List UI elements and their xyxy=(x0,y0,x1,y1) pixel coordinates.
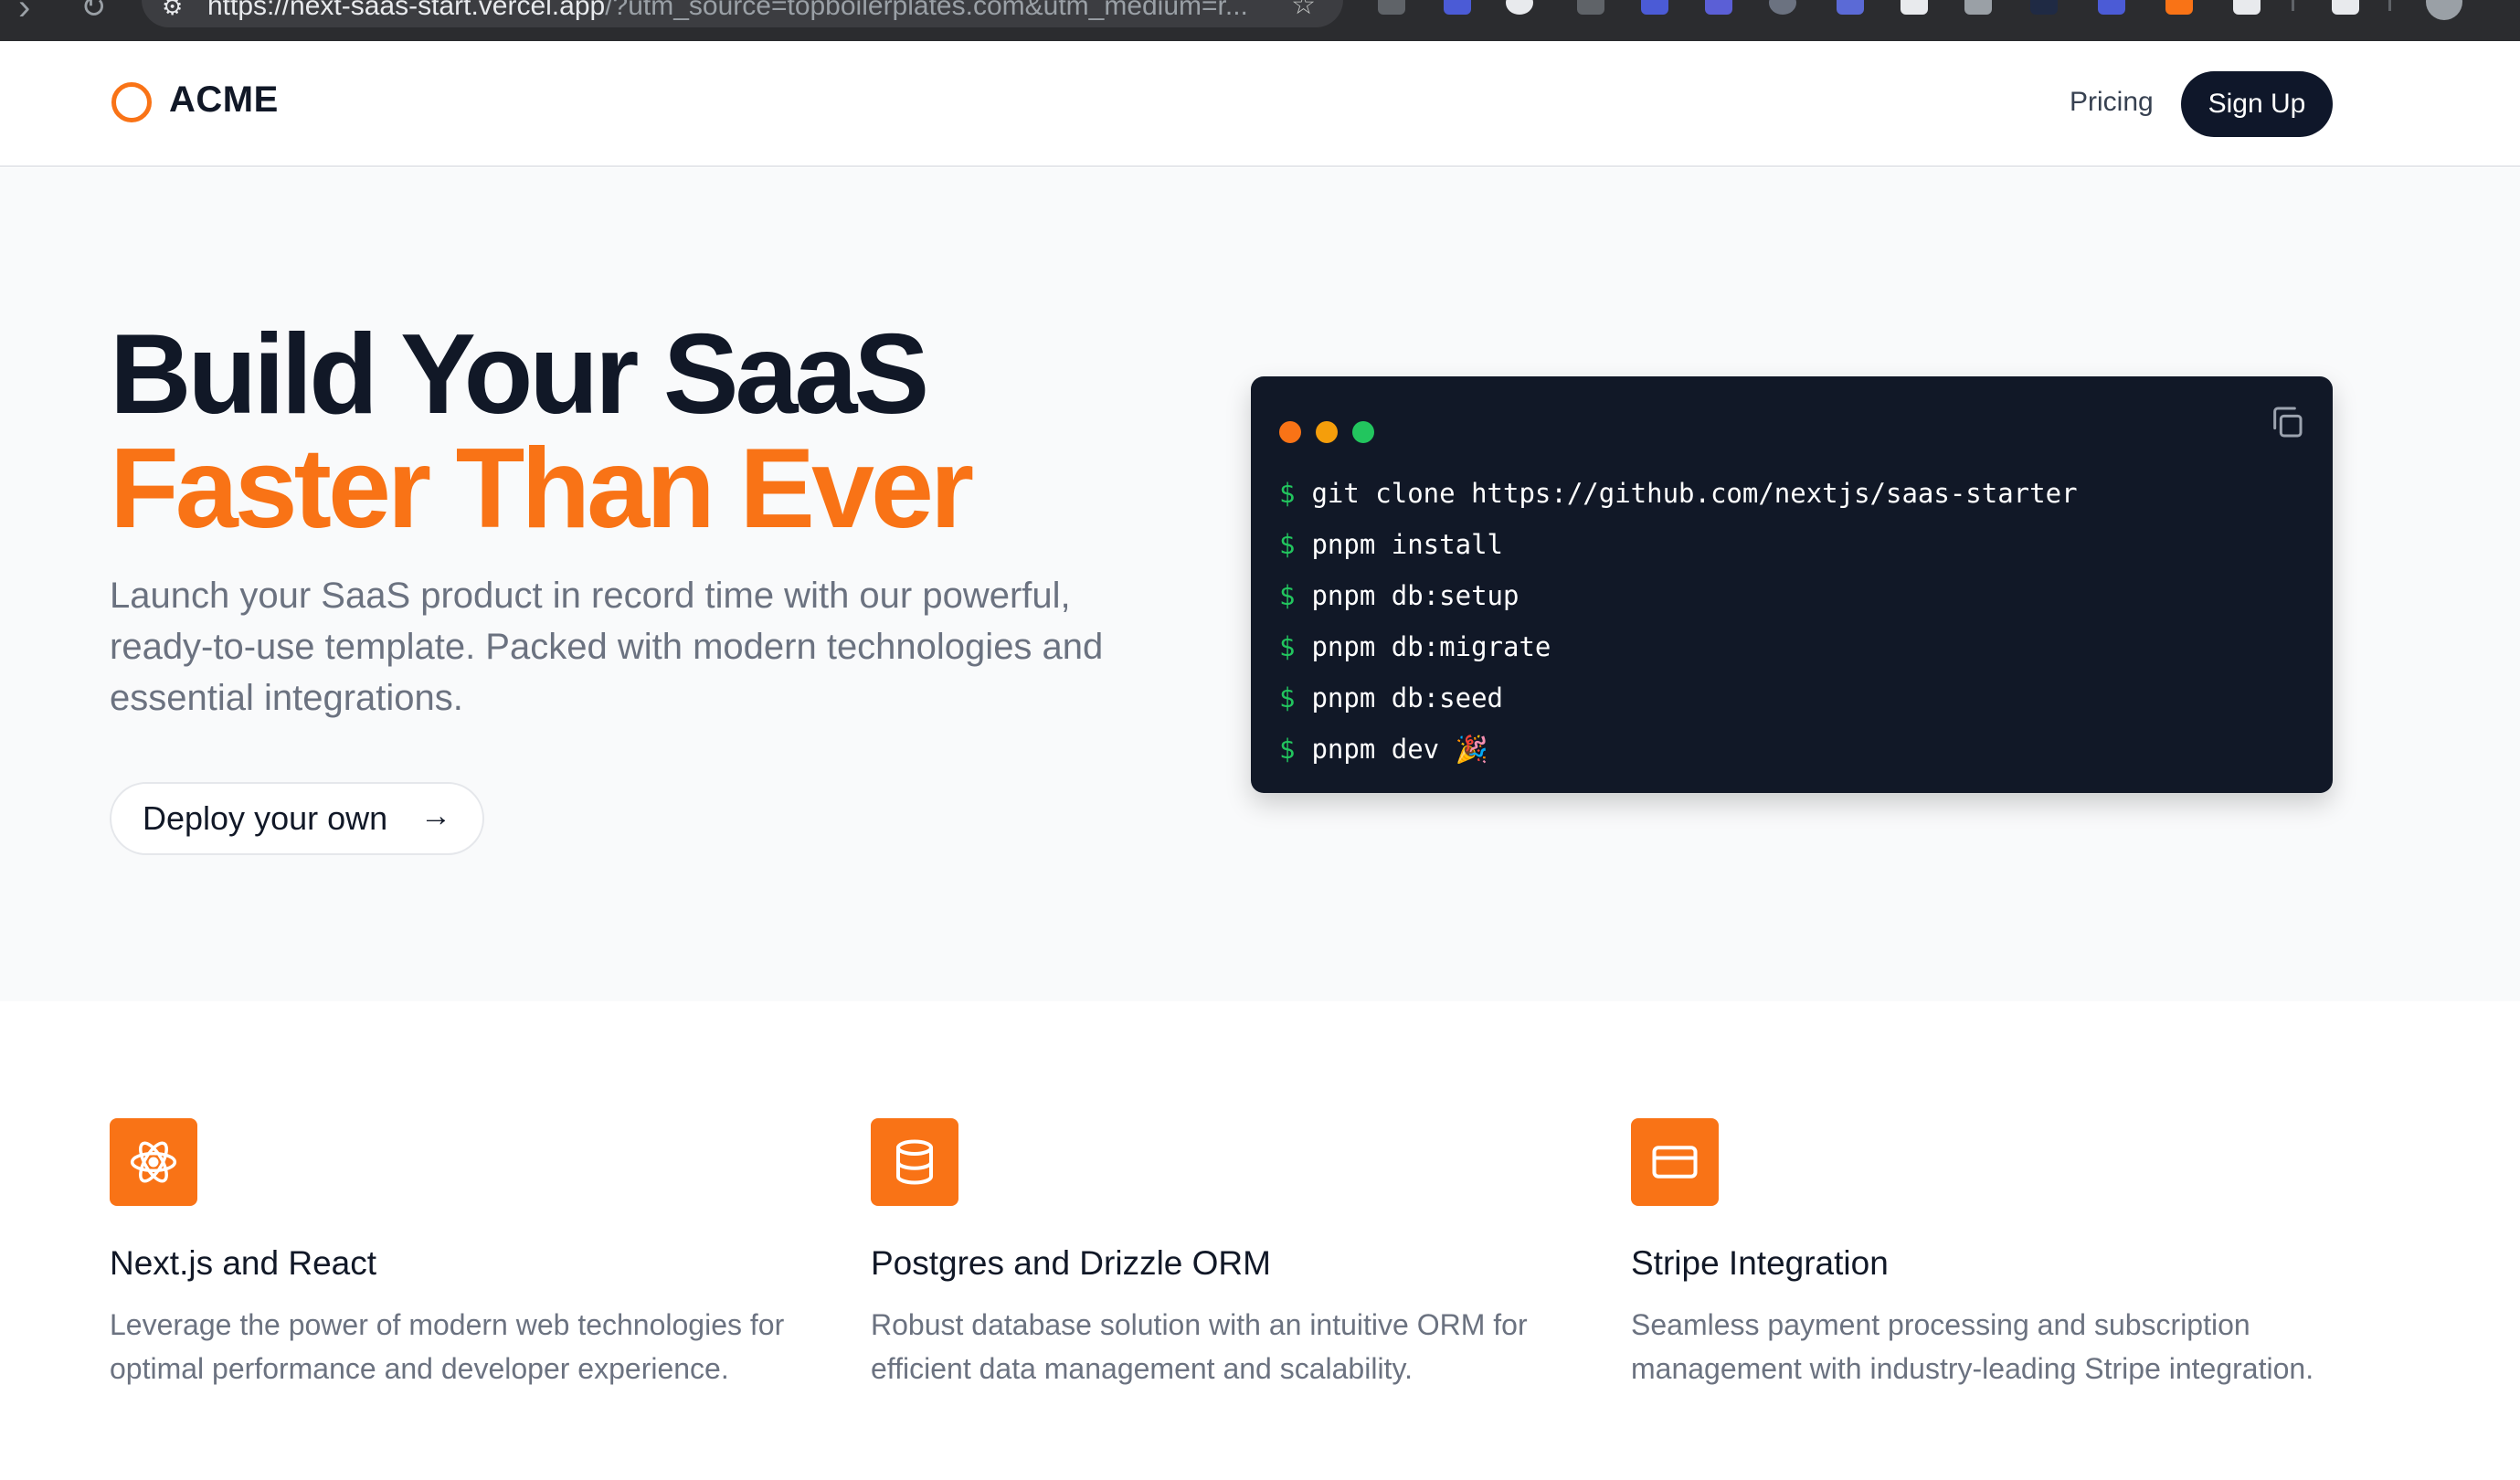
extension-icon[interactable] xyxy=(1577,0,1604,15)
command-text: pnpm db:migrate xyxy=(1311,631,1551,662)
terminal-line: $ pnpm db:migrate xyxy=(1279,621,2078,672)
toolbar-divider xyxy=(2292,0,2294,11)
feature-card-postgres: Postgres and Drizzle ORM Robust database… xyxy=(871,1118,1583,1390)
command-text: pnpm install xyxy=(1311,529,1503,560)
address-bar-text[interactable]: https://next-saas-start.vercel.app/?utm_… xyxy=(207,0,1258,22)
prompt-symbol: $ xyxy=(1279,734,1296,765)
feature-title: Stripe Integration xyxy=(1631,1244,1889,1282)
extension-icon[interactable] xyxy=(1378,0,1405,15)
extension-icon[interactable] xyxy=(2030,0,2058,15)
hero-title-line2: Faster Than Ever xyxy=(110,426,974,552)
hero-title-line1: Build Your SaaS xyxy=(110,312,929,438)
extension-icon[interactable] xyxy=(1705,0,1732,15)
profile-avatar[interactable] xyxy=(2426,0,2462,20)
prompt-symbol: $ xyxy=(1279,631,1296,662)
feature-description: Leverage the power of modern web technol… xyxy=(110,1308,785,1385)
window-dot-red xyxy=(1279,421,1301,443)
window-dot-green xyxy=(1352,421,1374,443)
features-section: Next.js and React Leverage the power of … xyxy=(0,1001,2520,1480)
deploy-your-own-button[interactable]: Deploy your own → xyxy=(110,782,484,855)
extension-icon[interactable] xyxy=(1444,0,1471,15)
feature-icon-tile xyxy=(871,1118,958,1206)
extension-icon[interactable] xyxy=(1964,0,1992,15)
command-text: pnpm dev 🎉 xyxy=(1311,733,1488,765)
extension-icon[interactable] xyxy=(1901,0,1928,15)
prompt-symbol: $ xyxy=(1279,529,1296,560)
address-bar[interactable]: ⚙ https://next-saas-start.vercel.app/?ut… xyxy=(142,0,1343,27)
credit-card-icon xyxy=(1652,1146,1698,1179)
command-text: pnpm db:setup xyxy=(1311,580,1519,611)
hero-section: Build Your SaaS Faster Than Ever Launch … xyxy=(0,168,2520,1001)
arrow-right-icon: → xyxy=(420,798,451,833)
terminal-line: $ pnpm db:seed xyxy=(1279,672,2078,724)
bookmark-star-icon[interactable]: ☆ xyxy=(1291,0,1316,21)
command-text: pnpm db:seed xyxy=(1311,682,1503,714)
window-dot-yellow xyxy=(1316,421,1338,443)
sign-up-button[interactable]: Sign Up xyxy=(2181,71,2333,137)
terminal-line: $ git clone https://github.com/nextjs/saa… xyxy=(1279,468,2078,519)
react-atom-icon xyxy=(130,1141,177,1183)
logo-text[interactable]: ACME xyxy=(169,79,279,121)
prompt-symbol: $ xyxy=(1279,478,1296,509)
prompt-symbol: $ xyxy=(1279,580,1296,611)
database-icon xyxy=(895,1139,934,1185)
extension-icon[interactable] xyxy=(1506,0,1533,15)
feature-title: Next.js and React xyxy=(110,1244,377,1282)
site-settings-icon[interactable]: ⚙ xyxy=(162,0,183,21)
feature-title: Postgres and Drizzle ORM xyxy=(871,1244,1271,1282)
extension-icon[interactable] xyxy=(1837,0,1864,15)
extension-icon[interactable] xyxy=(2098,0,2125,15)
terminal-line: $ pnpm dev 🎉 xyxy=(1279,724,2078,775)
copy-icon[interactable] xyxy=(2269,404,2305,440)
extension-icon[interactable] xyxy=(1769,0,1796,15)
side-panel-icon[interactable] xyxy=(2332,0,2359,15)
extension-icon[interactable] xyxy=(2165,0,2193,15)
feature-icon-tile xyxy=(1631,1118,1719,1206)
logo-circle-icon[interactable] xyxy=(111,82,152,122)
browser-toolbar: › ↻ ⚙ https://next-saas-start.vercel.app… xyxy=(0,0,2520,41)
url-rest: /?utm_source=topboilerplates.com&utm_med… xyxy=(605,0,1248,21)
feature-icon-tile xyxy=(110,1118,197,1206)
toolbar-divider xyxy=(2388,0,2391,11)
hero-description: Launch your SaaS product in record time … xyxy=(110,576,1104,718)
terminal-line: $ pnpm install xyxy=(1279,519,2078,570)
extension-icon[interactable] xyxy=(1641,0,1668,15)
feature-card-stripe: Stripe Integration Seamless payment proc… xyxy=(1631,1118,2344,1390)
command-text: git clone https://github.com/nextjs/saas… xyxy=(1311,478,2078,509)
feature-description: Seamless payment processing and subscrip… xyxy=(1631,1308,2314,1385)
feature-card-nextjs: Next.js and React Leverage the power of … xyxy=(110,1118,822,1390)
terminal-window: $ git clone https://github.com/nextjs/saa… xyxy=(1251,376,2333,793)
prompt-symbol: $ xyxy=(1279,682,1296,714)
deploy-button-label: Deploy your own xyxy=(143,799,388,837)
url-host: https://next-saas-start.vercel.app xyxy=(207,0,606,21)
nav-pricing-link[interactable]: Pricing xyxy=(2070,87,2154,118)
extensions-puzzle-icon[interactable] xyxy=(2233,0,2261,15)
feature-description: Robust database solution with an intuiti… xyxy=(871,1308,1528,1385)
terminal-line: $ pnpm db:setup xyxy=(1279,570,2078,621)
terminal-commands: $ git clone https://github.com/nextjs/saa… xyxy=(1279,468,2078,775)
back-arrow-icon[interactable]: › xyxy=(18,0,30,28)
reload-icon[interactable]: ↻ xyxy=(80,0,107,26)
site-header: ACME Pricing Sign Up xyxy=(0,41,2520,167)
